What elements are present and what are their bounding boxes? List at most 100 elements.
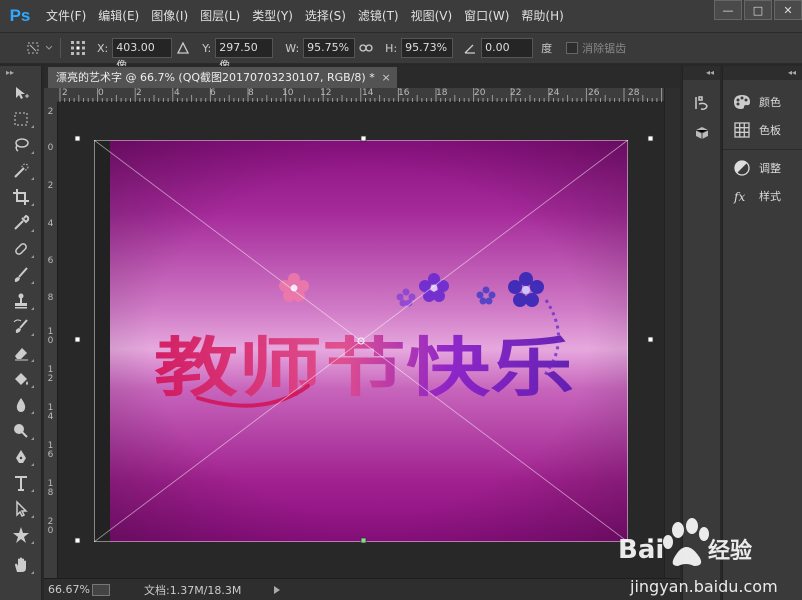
- vertical-scrollbar[interactable]: [664, 88, 680, 578]
- menu-bar: Ps 文件(F) 编辑(E) 图像(I) 图层(L) 类型(Y) 选择(S) 滤…: [0, 0, 802, 32]
- reference-point-icon[interactable]: [67, 38, 89, 58]
- minimize-button[interactable]: —: [714, 0, 742, 20]
- y-label: Y:: [202, 41, 212, 55]
- ruler-origin[interactable]: [44, 88, 58, 102]
- marquee-tool-icon[interactable]: [0, 106, 42, 132]
- color-panel-tab[interactable]: 颜色: [723, 88, 802, 116]
- clone-stamp-tool-icon[interactable]: [0, 288, 42, 314]
- zoom-level[interactable]: 66.67%: [48, 583, 92, 596]
- x-position-field[interactable]: 403.00 像: [112, 38, 173, 72]
- brush-tool-icon[interactable]: [0, 262, 42, 288]
- canvas-area[interactable]: 教师节快乐: [58, 102, 664, 578]
- menu-image[interactable]: 图像(I): [145, 0, 194, 32]
- ruler-label: 10: [47, 327, 54, 346]
- document-canvas[interactable]: 教师节快乐: [93, 139, 629, 543]
- history-brush-tool-icon[interactable]: [0, 314, 42, 340]
- ruler-label: 6: [47, 256, 54, 266]
- adjustments-icon: [733, 159, 751, 177]
- ruler-label: 26: [588, 88, 600, 98]
- menu-window[interactable]: 窗口(W): [458, 0, 515, 32]
- horizontal-ruler[interactable]: 2 0 2 4 6 8 10 12 14 16 18 20 22 24 26 2…: [58, 88, 664, 102]
- w-label: W:: [285, 41, 300, 55]
- artwork: 教师节快乐: [93, 139, 629, 543]
- status-proof-icon[interactable]: [92, 583, 110, 596]
- quick-select-tool-icon[interactable]: [0, 158, 42, 184]
- y-position-field[interactable]: 297.50 像: [215, 38, 274, 72]
- ruler-label: 8: [47, 293, 54, 303]
- move-tool-icon[interactable]: [0, 80, 42, 106]
- watermark-brand: Bai: [618, 535, 664, 565]
- shape-tool-icon[interactable]: [0, 522, 42, 548]
- swatches-panel-label: 色板: [759, 124, 781, 137]
- dock-collapse-icon[interactable]: ◂◂: [723, 66, 802, 80]
- tool-preset-chevron-icon[interactable]: [44, 38, 54, 58]
- antialias-checkbox[interactable]: [566, 42, 579, 54]
- divider: [723, 144, 802, 150]
- styles-panel-tab[interactable]: fx 样式: [723, 182, 802, 210]
- menu-filter[interactable]: 滤镜(T): [352, 0, 405, 32]
- menu-file[interactable]: 文件(F): [40, 0, 92, 32]
- ruler-label: 6: [210, 88, 216, 98]
- styles-icon: fx: [733, 187, 751, 205]
- restore-button[interactable]: □: [744, 0, 772, 20]
- ruler-label: 8: [248, 88, 254, 98]
- menu-view[interactable]: 视图(V): [405, 0, 459, 32]
- ruler-label: 16: [47, 441, 54, 460]
- menu-help[interactable]: 帮助(H): [515, 0, 569, 32]
- rotation-field[interactable]: 0.00: [481, 38, 534, 58]
- document-size-info: 文档:1.37M/18.3M: [144, 583, 242, 597]
- close-tab-icon[interactable]: ×: [382, 67, 391, 88]
- toolbar-collapse-icon[interactable]: ▸▸: [0, 66, 41, 80]
- type-tool-icon[interactable]: [0, 470, 42, 496]
- panel-collapse-icon[interactable]: ◂◂: [683, 66, 720, 80]
- angle-icon: [459, 38, 481, 58]
- eraser-tool-icon[interactable]: [0, 340, 42, 366]
- healing-brush-tool-icon[interactable]: [0, 236, 42, 262]
- horizontal-ruler-ticks: [59, 88, 663, 102]
- ruler-label: 2: [62, 88, 68, 98]
- width-field[interactable]: 95.75%: [303, 38, 356, 58]
- hand-tool-icon[interactable]: [0, 552, 42, 578]
- ruler-label: 28: [628, 88, 640, 98]
- menu-type[interactable]: 类型(Y): [246, 0, 299, 32]
- vertical-ruler[interactable]: 2 0 2 4 6 8 10 12 14 16 18 20: [44, 102, 58, 578]
- document-tab[interactable]: 漂亮的艺术字 @ 66.7% (QQ截图20170703230107, RGB/…: [48, 67, 397, 88]
- menu-layer[interactable]: 图层(L): [194, 0, 246, 32]
- close-button[interactable]: ✕: [774, 0, 802, 20]
- lasso-tool-icon[interactable]: [0, 132, 42, 158]
- divider: [60, 38, 61, 58]
- ruler-label: 10: [282, 88, 294, 98]
- paint-bucket-tool-icon[interactable]: [0, 366, 42, 392]
- status-menu-arrow-icon[interactable]: [274, 585, 280, 594]
- link-icon[interactable]: [355, 38, 377, 58]
- eyedropper-tool-icon[interactable]: [0, 210, 42, 236]
- pen-tool-icon[interactable]: [0, 444, 42, 470]
- swatches-icon: [733, 121, 751, 139]
- baidu-paw-logo: [663, 518, 709, 566]
- photoshop-logo[interactable]: Ps: [0, 0, 40, 32]
- height-field[interactable]: 95.73%: [401, 38, 454, 58]
- ruler-label: 22: [510, 88, 522, 98]
- adjustments-panel-tab[interactable]: 调整: [723, 154, 802, 182]
- transform-tool-icon[interactable]: [22, 38, 44, 58]
- watermark-url: jingyan.baidu.com: [629, 577, 778, 596]
- tools-panel: ▸▸: [0, 66, 42, 600]
- ruler-label: 20: [474, 88, 486, 98]
- options-bar: X: 403.00 像 Y: 297.50 像 W: 95.75% H: 95.…: [0, 32, 802, 72]
- ruler-label: 16: [398, 88, 410, 98]
- ruler-label: 2: [47, 107, 54, 117]
- angle-unit: 度: [541, 42, 553, 55]
- status-bar: 66.67% 文档:1.37M/18.3M: [44, 578, 680, 600]
- watermark-brand-cn: 经验: [708, 538, 752, 564]
- crop-tool-icon[interactable]: [0, 184, 42, 210]
- blur-tool-icon[interactable]: [0, 392, 42, 418]
- delta-icon[interactable]: [172, 38, 194, 58]
- swatches-panel-tab[interactable]: 色板: [723, 116, 802, 144]
- menu-select[interactable]: 选择(S): [299, 0, 352, 32]
- path-selection-tool-icon[interactable]: [0, 496, 42, 522]
- menu-edit[interactable]: 编辑(E): [92, 0, 145, 32]
- history-panel-icon[interactable]: [683, 88, 721, 118]
- dodge-tool-icon[interactable]: [0, 418, 42, 444]
- properties-panel-icon[interactable]: [683, 118, 721, 148]
- ruler-label: 20: [47, 517, 54, 536]
